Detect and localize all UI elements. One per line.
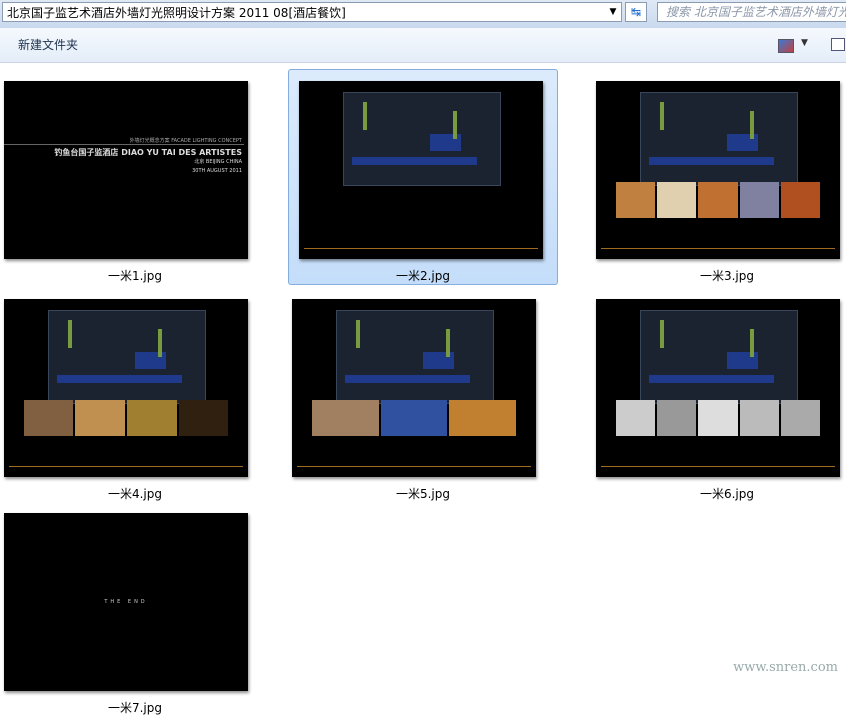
cover-title: 钓鱼台国子监酒店 DIAO YU TAI DES ARTISTES [54, 148, 242, 157]
floor-plan [47, 309, 207, 405]
refresh-icon[interactable]: ↹ [625, 2, 647, 22]
file-item[interactable]: THE END 一米7.jpg [0, 501, 270, 717]
thumbnail-image: THE END [4, 513, 248, 691]
chevron-down-icon[interactable]: ▼ [604, 2, 622, 22]
file-item[interactable]: 一米6.jpg [592, 287, 846, 503]
thumbnail-image [4, 299, 248, 477]
file-name: 一米6.jpg [699, 487, 755, 501]
toolbar: 新建文件夹 ▼ [0, 28, 846, 63]
floor-plan [342, 91, 502, 187]
chevron-down-icon[interactable]: ▼ [801, 38, 808, 48]
footer-line [296, 465, 532, 470]
cover-subtitle: 外墙灯光概念方案 FACADE LIGHTING CONCEPT [129, 138, 242, 144]
photo-strip [23, 400, 229, 437]
photo-strip [615, 182, 821, 219]
file-name: 一米3.jpg [699, 269, 755, 283]
cover-date: 30TH AUGUST 2011 [192, 168, 242, 174]
view-options-icon[interactable] [778, 39, 794, 53]
cover-location: 北京 BEIJING CHINA [194, 159, 242, 165]
floor-plan [639, 91, 799, 187]
floor-plan [639, 309, 799, 405]
floor-plan [335, 309, 495, 405]
address-input[interactable]: 北京国子监艺术酒店外墙灯光照明设计方案 2011 08[酒店餐饮] [2, 2, 622, 22]
file-name: 一米5.jpg [395, 487, 451, 501]
search-input[interactable]: 搜索 北京国子监艺术酒店外墙灯光 [657, 2, 846, 22]
file-item[interactable]: 一米3.jpg [592, 69, 846, 285]
watermark: www.snren.com [733, 660, 838, 675]
preview-pane-icon[interactable] [831, 38, 845, 51]
photo-strip [311, 400, 517, 437]
thumbnail-image [596, 299, 840, 477]
file-name: 一米2.jpg [395, 269, 451, 283]
file-list: 外墙灯光概念方案 FACADE LIGHTING CONCEPT 钓鱼台国子监酒店… [0, 63, 846, 715]
file-name: 一米1.jpg [107, 269, 163, 283]
footer-line [8, 465, 244, 470]
file-item[interactable]: 一米5.jpg [288, 287, 558, 503]
end-text: THE END [104, 599, 148, 605]
file-name: 一米4.jpg [107, 487, 163, 501]
footer-line [600, 247, 836, 252]
footer-line [600, 465, 836, 470]
new-folder-button[interactable]: 新建文件夹 [10, 34, 86, 56]
thumbnail-image: 外墙灯光概念方案 FACADE LIGHTING CONCEPT 钓鱼台国子监酒店… [4, 81, 248, 259]
thumbnail-image [596, 81, 840, 259]
file-item[interactable]: 一米4.jpg [0, 287, 270, 503]
file-item[interactable]: 外墙灯光概念方案 FACADE LIGHTING CONCEPT 钓鱼台国子监酒店… [0, 69, 270, 285]
thumbnail-image [299, 81, 543, 259]
file-item[interactable]: 一米2.jpg [288, 69, 558, 285]
footer-line [303, 247, 539, 252]
photo-strip [615, 400, 821, 437]
thumbnail-image [292, 299, 536, 477]
address-bar-area: 北京国子监艺术酒店外墙灯光照明设计方案 2011 08[酒店餐饮] ▼ ↹ 搜索… [0, 0, 846, 28]
file-name: 一米7.jpg [107, 701, 163, 715]
